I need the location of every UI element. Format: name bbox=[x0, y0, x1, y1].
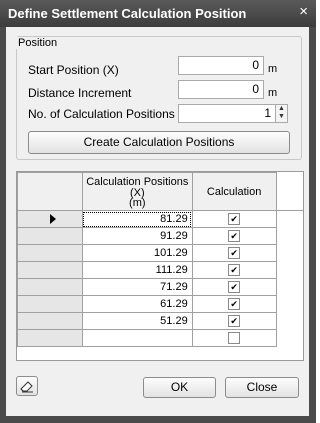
calculation-checkbox[interactable] bbox=[228, 264, 241, 277]
row-header-corner bbox=[17, 172, 83, 211]
table-row[interactable]: 51.29 bbox=[17, 312, 304, 330]
table-row[interactable]: 81.29 bbox=[17, 210, 304, 228]
filler-cell bbox=[276, 296, 303, 313]
spin-down-icon[interactable]: ▼ bbox=[276, 113, 287, 121]
row-header[interactable] bbox=[17, 261, 83, 279]
eraser-button[interactable] bbox=[16, 376, 38, 396]
calculation-cell[interactable] bbox=[191, 244, 277, 262]
calculation-checkbox[interactable] bbox=[228, 315, 241, 328]
col-header-position-line1: Calculation Positions bbox=[86, 175, 189, 188]
row-header[interactable] bbox=[17, 227, 83, 245]
filler-cell bbox=[276, 313, 303, 330]
row-header[interactable] bbox=[17, 210, 83, 228]
calculation-cell[interactable] bbox=[191, 312, 277, 330]
calculation-checkbox[interactable] bbox=[228, 213, 241, 226]
distance-increment-unit: m bbox=[268, 87, 278, 99]
calc-positions-count-label: No. of Calculation Positions bbox=[28, 107, 175, 121]
table-row[interactable]: 91.29 bbox=[17, 227, 304, 245]
position-cell[interactable]: 51.29 bbox=[81, 312, 193, 330]
calculation-cell[interactable] bbox=[191, 295, 277, 313]
dialog-title: Define Settlement Calculation Position bbox=[8, 6, 247, 21]
position-cell[interactable]: 81.29 bbox=[81, 210, 193, 228]
dialog-body: Position Start Position (X) 0 m Distance… bbox=[6, 27, 309, 416]
filler-cell bbox=[276, 262, 303, 279]
title-bar: Define Settlement Calculation Position × bbox=[0, 0, 316, 27]
filler-cell bbox=[276, 279, 303, 296]
filler-cell bbox=[276, 211, 303, 228]
start-position-label: Start Position (X) bbox=[28, 63, 119, 77]
current-row-arrow-icon bbox=[50, 214, 56, 225]
spin-up-icon[interactable]: ▲ bbox=[276, 105, 287, 113]
table-row[interactable]: 101.29 bbox=[17, 244, 304, 262]
start-position-input[interactable]: 0 bbox=[178, 56, 264, 75]
position-cell[interactable]: 101.29 bbox=[81, 244, 193, 262]
calculation-checkbox[interactable] bbox=[228, 247, 241, 260]
col-header-calculation[interactable]: Calculation bbox=[191, 172, 277, 211]
table-header-row: Calculation Positions (X) (m) Calculatio… bbox=[17, 172, 303, 211]
row-header[interactable] bbox=[17, 312, 83, 330]
filler-cell bbox=[276, 330, 303, 347]
positions-table: Calculation Positions (X) (m) Calculatio… bbox=[17, 172, 303, 347]
start-position-unit: m bbox=[268, 63, 278, 75]
calculation-checkbox[interactable] bbox=[228, 230, 241, 243]
calc-positions-count-input[interactable]: 1 bbox=[178, 104, 276, 123]
filler-cell bbox=[276, 245, 303, 262]
row-header[interactable] bbox=[17, 295, 83, 313]
calculation-checkbox[interactable] bbox=[228, 332, 241, 345]
row-header[interactable] bbox=[17, 329, 83, 347]
calculation-checkbox[interactable] bbox=[228, 281, 241, 294]
positions-grid: Calculation Positions (X) (m) Calculatio… bbox=[16, 171, 304, 361]
calculation-cell[interactable] bbox=[191, 261, 277, 279]
distance-increment-label: Distance Increment bbox=[28, 86, 132, 100]
position-cell[interactable]: 91.29 bbox=[81, 227, 193, 245]
table-row[interactable]: 111.29 bbox=[17, 261, 304, 279]
calculation-cell[interactable] bbox=[191, 329, 277, 347]
position-cell[interactable]: 111.29 bbox=[81, 261, 193, 279]
calculation-checkbox[interactable] bbox=[228, 298, 241, 311]
position-group-title: Position bbox=[16, 37, 60, 49]
col-header-position-line2: (X) bbox=[129, 186, 145, 199]
eraser-icon bbox=[20, 381, 33, 393]
table-row[interactable]: 61.29 bbox=[17, 295, 304, 313]
count-spinner[interactable]: ▲ ▼ bbox=[275, 104, 288, 123]
filler-cell bbox=[276, 228, 303, 245]
col-header-filler bbox=[275, 172, 303, 211]
row-header[interactable] bbox=[17, 278, 83, 296]
row-header[interactable] bbox=[17, 244, 83, 262]
close-button[interactable]: Close bbox=[225, 377, 299, 398]
col-header-position[interactable]: Calculation Positions (X) (m) bbox=[81, 172, 193, 211]
position-cell[interactable]: 61.29 bbox=[81, 295, 193, 313]
position-cell[interactable]: 71.29 bbox=[81, 278, 193, 296]
distance-increment-input[interactable]: 0 bbox=[178, 80, 264, 99]
dialog-window: Define Settlement Calculation Position ×… bbox=[0, 0, 316, 423]
ok-button[interactable]: OK bbox=[143, 377, 216, 398]
position-cell[interactable] bbox=[81, 329, 193, 347]
close-icon[interactable]: × bbox=[299, 4, 308, 20]
calculation-cell[interactable] bbox=[191, 278, 277, 296]
create-positions-button[interactable]: Create Calculation Positions bbox=[28, 131, 290, 154]
table-row[interactable]: 71.29 bbox=[17, 278, 304, 296]
table-row-new[interactable] bbox=[17, 329, 304, 347]
calculation-cell[interactable] bbox=[191, 227, 277, 245]
col-header-position-line3: (m) bbox=[129, 196, 146, 209]
calculation-cell[interactable] bbox=[191, 210, 277, 228]
